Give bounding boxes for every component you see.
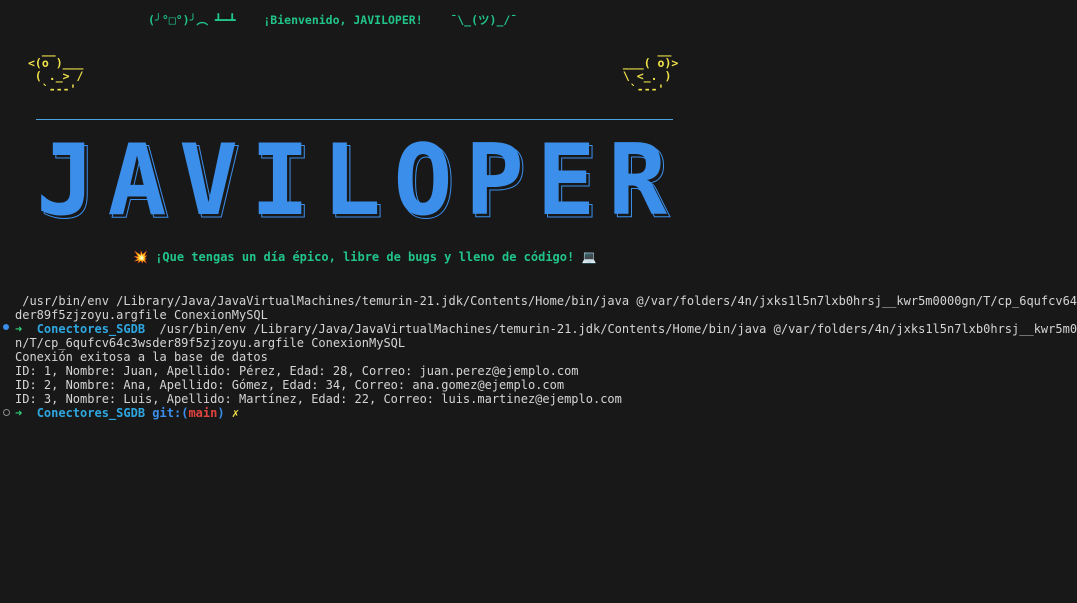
terminal-window[interactable]: (╯°□°)╯︵ ┻━┻ ¡Bienvenido, JAVILOPER! ¯\_…: [0, 0, 1077, 603]
welcome-text: ¡Bienvenido, JAVILOPER!: [263, 13, 423, 27]
prompt-directory: Conectores_SGDB: [36, 322, 146, 336]
prompt-arrow-icon: ➜: [15, 406, 23, 420]
banner-letter: P: [465, 136, 524, 224]
command-line-1: /usr/bin/env /Library/Java/JavaVirtualMa…: [15, 294, 1077, 308]
prompt-line-2[interactable]: ➜ Conectores_SGDB git:(main) ✗: [15, 406, 239, 420]
banner-letter: V: [179, 136, 238, 224]
prompt-arrow-icon: ➜: [15, 322, 23, 336]
welcome-header: (╯°□°)╯︵ ┻━┻ ¡Bienvenido, JAVILOPER! ¯\_…: [148, 12, 517, 28]
prompt-status-dot[interactable]: [3, 409, 10, 416]
motd-text: ¡Que tengas un día épico, libre de bugs …: [155, 250, 575, 264]
git-branch: main: [188, 406, 218, 420]
javiloper-banner: J A V I L O P E RJ A V I L O P E R: [36, 136, 671, 224]
banner-letter: L: [322, 136, 381, 224]
banner-letter: J: [36, 136, 95, 224]
command-text: /usr/bin/env /Library/Java/JavaVirtualMa…: [15, 294, 1077, 308]
duck-ascii-left: __ <(o )___ ( ._> / `---': [28, 43, 84, 96]
banner-letter: E: [537, 136, 596, 224]
laptop-icon: 💻: [581, 250, 597, 264]
banner-letter: A: [108, 136, 167, 224]
output-line: ID: 1, Nombre: Juan, Apellido: Pérez, Ed…: [15, 364, 579, 378]
command-text-wrap: der89f5zjzoyu.argfile ConexionMySQL: [15, 308, 268, 322]
output-line: ID: 2, Nombre: Ana, Apellido: Gómez, Eda…: [15, 378, 565, 392]
banner-letter: I: [251, 136, 310, 224]
shrug-kaomoji: ¯\_(ツ)_/¯: [450, 13, 518, 27]
flip-table-kaomoji: (╯°□°)╯︵ ┻━┻: [148, 13, 236, 27]
duck-ascii-right: __ ___( o)> \ <_. ) `---': [622, 43, 679, 96]
command-line-2-wrap: n/T/cp_6qufcv64c3wsder89f5zjzoyu.argfile…: [15, 336, 405, 350]
output-line: ID: 3, Nombre: Luis, Apellido: Martínez,…: [15, 392, 622, 406]
banner-letter: O: [394, 136, 453, 224]
command-text-wrap: n/T/cp_6qufcv64c3wsder89f5zjzoyu.argfile…: [15, 336, 406, 350]
prompt-directory: Conectores_SGDB: [36, 406, 146, 420]
motd-line: 💥 ¡Que tengas un día épico, libre de bug…: [133, 250, 596, 264]
prompt-line-1: ➜ Conectores_SGDB /usr/bin/env /Library/…: [15, 322, 1077, 336]
git-label: git:: [152, 406, 182, 420]
command-line-1-wrap: der89f5zjzoyu.argfile ConexionMySQL: [15, 308, 268, 322]
command-status-dot[interactable]: [3, 324, 9, 330]
output-line: Conexión exitosa a la base de datos: [15, 350, 268, 364]
banner-letter: R: [608, 136, 667, 224]
command-text: /usr/bin/env /Library/Java/JavaVirtualMa…: [152, 322, 1077, 336]
banner-divider: [36, 119, 673, 120]
git-paren-close: ): [217, 406, 225, 420]
git-dirty-icon: ✗: [231, 406, 240, 420]
explosion-icon: 💥: [133, 250, 148, 264]
